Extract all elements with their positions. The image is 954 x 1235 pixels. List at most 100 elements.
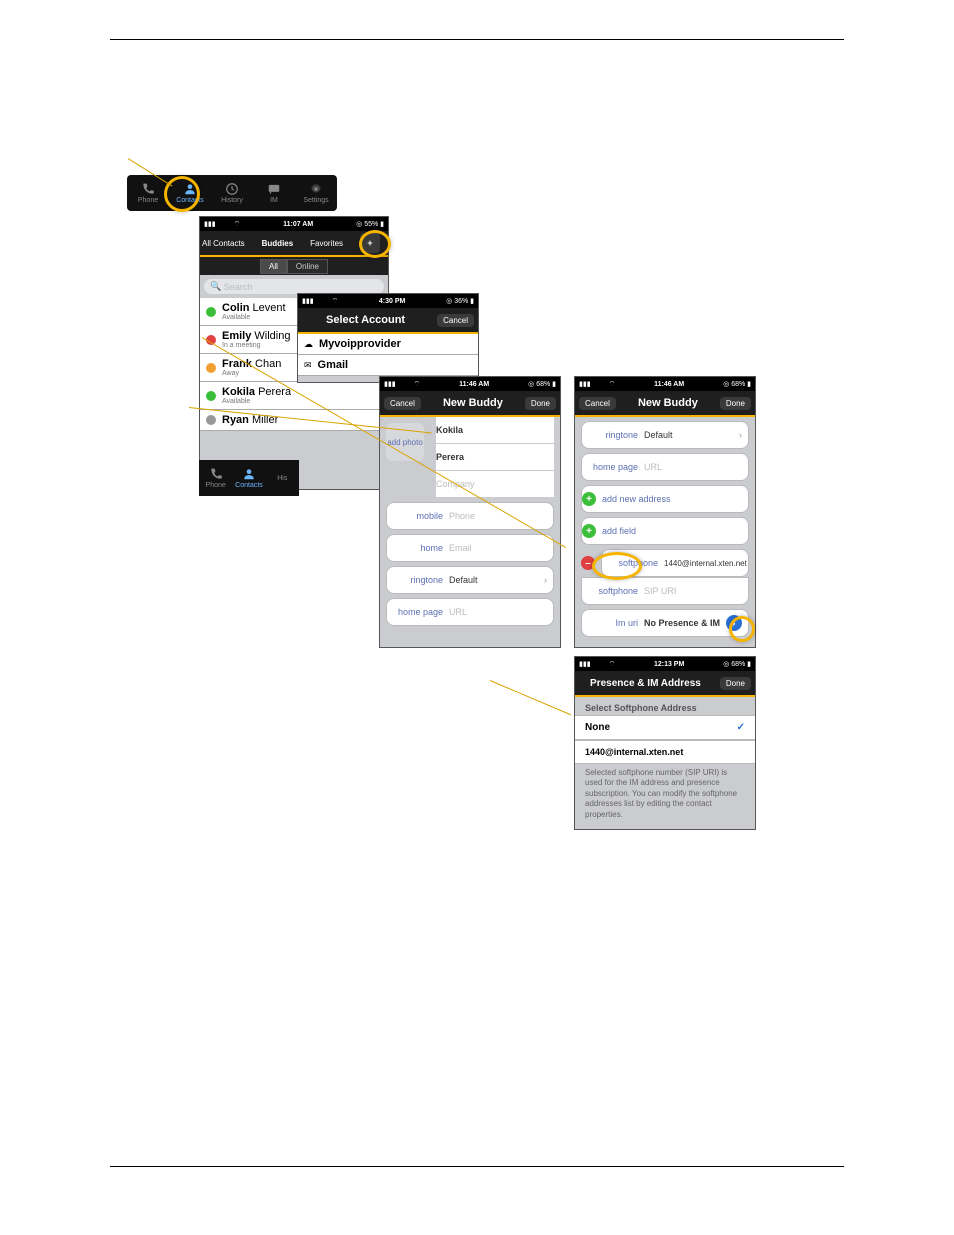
plus-icon: +: [582, 492, 596, 506]
filter-online[interactable]: Online: [287, 259, 328, 274]
option-none[interactable]: None✓: [575, 715, 755, 740]
tab-im[interactable]: IM: [253, 175, 295, 211]
page: Phone Contacts History IM Settings ▮▮▮ ⌔…: [0, 0, 954, 1235]
battery-label: ◎ 68% ▮: [528, 380, 556, 388]
softphone-row[interactable]: softphone1440@internal.xten.net: [601, 549, 749, 577]
homepage-input[interactable]: home pageURL: [581, 453, 749, 481]
add-contact-button[interactable]: +: [360, 233, 380, 253]
tab-label: Phone: [138, 197, 158, 204]
section-header: Select Softphone Address: [575, 697, 755, 715]
signal-icon: ▮▮▮: [302, 297, 314, 305]
nav-title: Presence & IM Address: [575, 678, 716, 689]
screen-presence: ▮▮▮⌔12:13 PM◎ 68% ▮ Presence & IM Addres…: [574, 656, 756, 830]
contacts-tabs: All Contacts Buddies Favorites +: [200, 231, 388, 257]
presence-icon: [206, 335, 216, 345]
nav-title: Select Account: [298, 314, 433, 326]
nav-title: New Buddy: [425, 397, 521, 409]
wifi-icon: ⌔: [609, 660, 616, 669]
chat-icon: [267, 182, 281, 196]
ringtone-row[interactable]: ringtoneDefault›: [581, 421, 749, 449]
last-name-input[interactable]: Perera: [436, 444, 554, 471]
gear-icon: [309, 182, 323, 196]
bottom-rule: [110, 1166, 844, 1167]
nav-title: New Buddy: [620, 397, 716, 409]
main-tabbar: Phone Contacts History IM Settings: [127, 175, 337, 211]
option-sip[interactable]: 1440@internal.xten.net: [575, 740, 755, 764]
mobile-input[interactable]: mobilePhone: [386, 502, 554, 530]
minus-icon[interactable]: –: [581, 556, 595, 570]
softphone-input[interactable]: softphoneSIP URI: [581, 577, 749, 605]
tab-label: Contacts: [176, 197, 204, 204]
battery-label: ◎ 68% ▮: [723, 660, 751, 668]
cancel-button[interactable]: Cancel: [384, 397, 421, 410]
account-row-voip[interactable]: ☁Myvoipprovider: [298, 334, 478, 355]
battery-label: ◎ 36% ▮: [446, 297, 474, 305]
first-name-input[interactable]: Kokila: [436, 417, 554, 444]
contact-row[interactable]: Kokila PereraAvailable: [200, 382, 388, 410]
battery-label: ◎ 55% ▮: [356, 220, 384, 228]
status-bar: ▮▮▮⌔11:46 AM◎ 68% ▮: [575, 377, 755, 391]
tab-contacts[interactable]: Contacts: [169, 175, 211, 211]
screen-new-buddy-1: ▮▮▮⌔11:46 AM◎ 68% ▮ CancelNew BuddyDone …: [379, 376, 561, 648]
checkmark-icon: ✓: [737, 722, 745, 733]
cancel-button[interactable]: Cancel: [437, 314, 474, 327]
search-input[interactable]: 🔍 Search: [204, 279, 384, 294]
wifi-icon: ⌔: [332, 297, 339, 306]
done-button[interactable]: Done: [720, 397, 751, 410]
battery-label: ◎ 68% ▮: [723, 380, 751, 388]
chevron-right-icon: ›: [739, 430, 748, 440]
home-input[interactable]: homeEmail: [386, 534, 554, 562]
company-input[interactable]: Company: [436, 471, 554, 498]
phone-icon: [209, 467, 223, 481]
bt-phone[interactable]: Phone: [199, 460, 232, 496]
top-rule: [110, 39, 844, 40]
filter-tabs: All Online: [200, 257, 388, 275]
bt-history[interactable]: His: [266, 460, 299, 496]
bottom-tabbar-fragment: Phone Contacts His: [199, 460, 299, 496]
nb-navbar: Cancel New Buddy Done: [380, 391, 560, 417]
chevron-right-icon: ›: [544, 575, 553, 585]
tab-all-contacts[interactable]: All Contacts: [202, 239, 245, 248]
signal-icon: ▮▮▮: [204, 220, 216, 228]
voip-icon: ☁: [304, 339, 313, 350]
wifi-icon: ⌔: [609, 380, 616, 389]
add-field-row[interactable]: +add field: [581, 517, 749, 545]
status-bar: ▮▮▮⌔11:46 AM◎ 68% ▮: [380, 377, 560, 391]
tab-history[interactable]: History: [211, 175, 253, 211]
contact-row[interactable]: Ryan Miller: [200, 410, 388, 431]
phone-icon: [141, 182, 155, 196]
presence-icon: [206, 391, 216, 401]
signal-icon: ▮▮▮: [579, 660, 591, 668]
tab-buddies[interactable]: Buddies: [262, 239, 294, 248]
clock-icon: [225, 182, 239, 196]
tab-settings[interactable]: Settings: [295, 175, 337, 211]
add-photo-button[interactable]: add photo: [386, 423, 424, 461]
tab-label: Settings: [303, 197, 328, 204]
imuri-row[interactable]: Im uriNo Presence & IM›: [581, 609, 749, 637]
tab-favorites[interactable]: Favorites: [310, 239, 343, 248]
wifi-icon: ⌔: [414, 380, 421, 389]
add-address-row[interactable]: +add new address: [581, 485, 749, 513]
cancel-button[interactable]: Cancel: [579, 397, 616, 410]
account-navbar: Select Account Cancel: [298, 308, 478, 334]
account-row-gmail[interactable]: ✉Gmail: [298, 355, 478, 376]
status-bar: ▮▮▮ ⌔ 11:07 AM ◎ 55% ▮: [200, 217, 388, 231]
wifi-icon: ⌔: [234, 220, 241, 229]
screen-select-account: ▮▮▮⌔4:30 PM◎ 36% ▮ Select AccountCancel …: [297, 293, 479, 383]
filter-all[interactable]: All: [260, 259, 287, 274]
ringtone-row[interactable]: ringtoneDefault›: [386, 566, 554, 594]
person-icon: [183, 182, 197, 196]
status-time: 11:07 AM: [240, 221, 356, 228]
done-button[interactable]: Done: [525, 397, 556, 410]
nb-navbar: Cancel New Buddy Done: [575, 391, 755, 417]
status-time: 4:30 PM: [338, 298, 446, 305]
homepage-input[interactable]: home pageURL: [386, 598, 554, 626]
tab-phone[interactable]: Phone: [127, 175, 169, 211]
search-icon: 🔍: [210, 281, 221, 292]
detail-disclosure-icon[interactable]: ›: [726, 615, 742, 631]
presence-icon: [206, 415, 216, 425]
signal-icon: ▮▮▮: [384, 380, 396, 388]
bt-contacts[interactable]: Contacts: [232, 460, 265, 496]
done-button[interactable]: Done: [720, 677, 751, 690]
presence-icon: [206, 307, 216, 317]
